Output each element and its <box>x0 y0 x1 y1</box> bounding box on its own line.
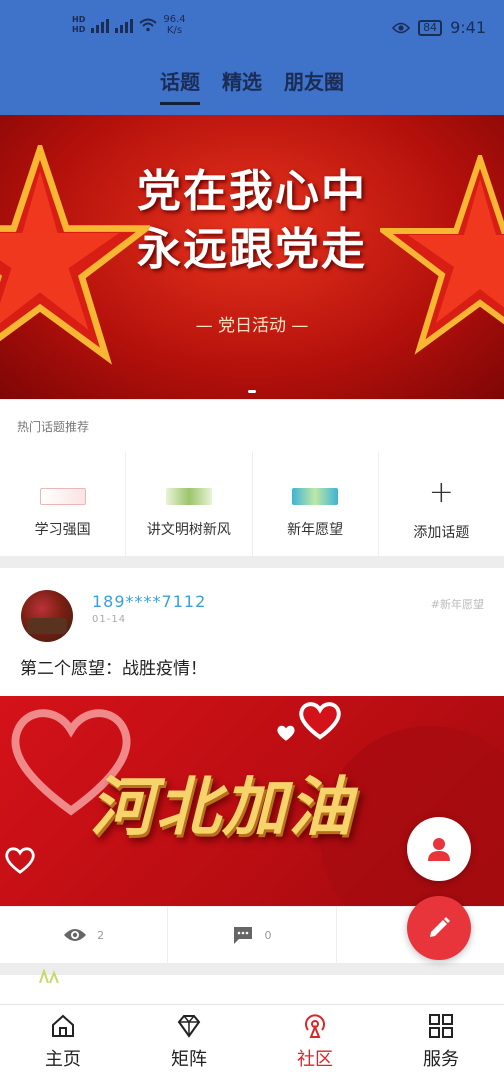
banner-carousel[interactable]: 党在我心中 永远跟党走 — 党日活动 — <box>0 115 504 399</box>
network-speed-unit: K/s <box>166 25 183 36</box>
hot-topics-title: 热门话题推荐 <box>17 420 90 434</box>
battery-indicator: 84 <box>418 19 443 36</box>
banner-title-line-2: 永远跟党走 <box>137 224 367 275</box>
network-speed: 96.4 <box>163 14 186 25</box>
topic-item[interactable]: 学习强国 <box>0 452 127 556</box>
nav-item-matrix[interactable]: 矩阵 <box>126 1005 252 1080</box>
pencil-icon <box>430 917 450 937</box>
add-topic-button[interactable]: + 添加话题 <box>379 452 504 556</box>
avatar-partial-image <box>39 969 59 983</box>
status-bar: HD HD 96.4 K/s 84 9:41 <box>0 12 504 42</box>
heart-bottom-icon <box>5 847 35 874</box>
banner-title: 党在我心中 永远跟党走 <box>0 163 504 279</box>
topic-item[interactable]: 新年愿望 <box>253 452 379 556</box>
nav-label: 矩阵 <box>171 1049 207 1070</box>
comments-stat[interactable]: 0 <box>168 907 337 963</box>
nav-label: 主页 <box>45 1049 81 1070</box>
topic-label: 添加话题 <box>413 525 470 541</box>
status-left: HD HD 96.4 K/s <box>72 14 186 36</box>
topic-thumbnail <box>292 488 339 505</box>
nav-label: 服务 <box>423 1049 459 1070</box>
nav-item-services[interactable]: 服务 <box>378 1005 504 1080</box>
avatar[interactable] <box>21 590 73 642</box>
topic-thumbnail <box>165 488 212 505</box>
comments-count: 0 <box>264 928 272 942</box>
topic-list: 学习强国 讲文明树新风 新年愿望 + 添加话题 <box>0 452 504 556</box>
tab-featured[interactable]: 精选 <box>222 66 262 105</box>
home-icon <box>52 1014 74 1037</box>
post-content: 第二个愿望：战胜疫情！ <box>20 659 207 679</box>
bottom-nav: 主页 矩阵 社区 服务 <box>0 1004 504 1080</box>
tab-moments[interactable]: 朋友圈 <box>284 66 344 105</box>
community-icon <box>305 1014 325 1038</box>
profile-fab-button[interactable] <box>407 817 471 881</box>
hot-topics-section: 热门话题推荐 学习强国 讲文明树新风 新年愿望 + 添加话题 <box>0 400 504 556</box>
app-header: HD HD 96.4 K/s 84 9:41 话题 精选 朋友圈 <box>0 0 504 115</box>
topic-item[interactable]: 讲文明树新风 <box>126 452 253 556</box>
signal-icon <box>115 17 134 33</box>
next-post-card[interactable] <box>0 969 504 1005</box>
nav-item-community[interactable]: 社区 <box>252 1005 378 1080</box>
post-tag[interactable]: #新年愿望 <box>431 596 484 612</box>
comment-icon <box>234 927 253 944</box>
grid-icon <box>429 1014 453 1038</box>
compose-fab-button[interactable] <box>407 896 471 960</box>
views-count: 2 <box>97 928 105 942</box>
nav-item-home[interactable]: 主页 <box>0 1005 126 1080</box>
topic-label: 讲文明树新风 <box>146 522 231 538</box>
carousel-indicator <box>248 390 256 393</box>
post-image-text: 河北加油 <box>90 771 354 845</box>
hd-icon: HD HD <box>72 15 86 34</box>
signal-icon <box>91 17 110 33</box>
top-tabs: 话题 精选 朋友圈 <box>0 66 504 105</box>
clock: 9:41 <box>450 18 486 37</box>
topic-thumbnail <box>39 488 86 505</box>
post-username[interactable]: 189****7112 <box>92 592 206 611</box>
heart-small-icon <box>299 702 341 740</box>
post-date: 01-14 <box>92 614 127 625</box>
banner-subtitle: — 党日活动 — <box>195 316 309 336</box>
heart-tiny-icon <box>277 725 295 741</box>
topic-label: 学习强国 <box>34 522 91 538</box>
wifi-icon <box>139 18 158 32</box>
status-right: 84 9:41 <box>392 18 486 37</box>
views-stat[interactable]: 2 <box>0 907 169 963</box>
user-icon <box>428 838 450 861</box>
banner-title-line-1: 党在我心中 <box>137 166 367 217</box>
eye-icon <box>392 22 411 33</box>
nav-label: 社区 <box>297 1049 333 1070</box>
tab-topics[interactable]: 话题 <box>160 66 200 105</box>
diamond-icon <box>177 1015 201 1038</box>
plus-icon: + <box>428 475 454 510</box>
eye-icon <box>64 929 87 941</box>
topic-label: 新年愿望 <box>287 522 344 538</box>
